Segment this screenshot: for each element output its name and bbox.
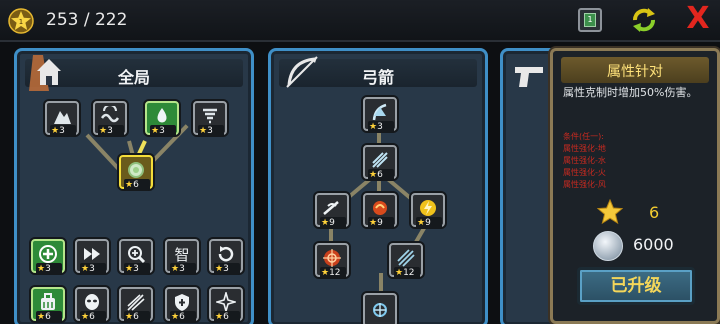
node-cost: ★3 [36,263,62,275]
bow-fire-icon [373,201,387,215]
skill-info-panel: 属性针对 属性克制时增加50%伤害。 条件(任一): 属性强化-地 属性强化-水… [550,48,720,324]
node-cost: ★6 [80,311,106,323]
notification-count: 1 [584,13,596,27]
skill-node[interactable]: ★3 [119,239,153,275]
node-cost: ★3 [98,125,124,137]
skill-node[interactable] [363,293,397,324]
tornado-icon [203,108,217,124]
info-description: 属性克制时增加50%伤害。 [563,86,698,99]
node-cost: ★3 [150,125,176,137]
star-level-icon: 1 [8,8,34,34]
node-cost: ★6 [124,179,150,191]
skill-node[interactable]: ★3 [193,101,227,137]
target-icon [323,249,341,267]
node-cost: ★9 [320,217,346,229]
node-cost: ★6 [368,169,394,181]
svg-text:1: 1 [19,18,23,26]
skill-node[interactable]: ★3 [75,239,109,275]
mountain-icon [54,111,71,124]
mask-icon [85,294,99,310]
skill-node[interactable]: ★6 [31,287,65,323]
skill-node[interactable]: ★12 [315,243,349,279]
panel-bow: 弓箭 ★3 ★6 ★9 ★9 ★9 ★12 ★12 [268,48,488,324]
skill-node[interactable]: ★6 [119,287,153,323]
node-cost: ★3 [198,125,224,137]
node-cost: ★3 [368,121,394,133]
bow-frost-icon [372,152,388,168]
coin-cost-value: 6000 [633,235,674,254]
skill-node[interactable]: ★3 [93,101,127,137]
bow-lightning-icon [420,200,436,216]
skill-node[interactable]: ★3 [45,101,79,137]
pistol-icon [515,67,543,87]
condition-line: 属性强化-水 [563,156,606,165]
skill-node[interactable]: ★6 [209,287,243,323]
wave-icon [100,106,120,123]
node-cost: ★12 [394,267,420,279]
skill-node[interactable]: ★3 [31,239,65,275]
node-cost: ★3 [80,263,106,275]
notification-button[interactable]: 1 [578,8,602,32]
refresh-icon[interactable] [628,6,660,34]
skill-node[interactable]: ★9 [411,193,445,229]
snowflake-icon [373,303,387,317]
skill-node-selected[interactable]: ★6 [119,155,153,191]
upgrade-button[interactable]: 已升级 [577,267,695,305]
star-cost-value: 6 [649,203,660,222]
bow-ice-icon [372,103,387,121]
silver-coin-icon [593,231,623,261]
info-title: 属性针对 [607,64,663,80]
skill-node[interactable]: ★12 [389,243,423,279]
skill-node[interactable]: ★3 [363,97,397,133]
skill-node[interactable]: ★9 [315,193,349,229]
top-bar: 1 253 / 222 1 X [0,0,720,42]
orb-icon [128,162,144,178]
panel-header: 弓箭 [279,56,477,88]
add-circle-icon [39,245,57,263]
condition-line: 属性强化-火 [563,168,606,177]
fast-forward-icon [84,248,100,260]
info-header: 属性针对 [561,57,709,83]
skill-node[interactable]: ★6 [165,287,199,323]
water-drop-icon [157,108,167,123]
condition-line: 属性强化-地 [563,144,606,153]
bow-wind-icon [323,201,339,215]
panel-title: 弓箭 [361,68,394,87]
node-cost: ★6 [124,311,150,323]
zoom-in-icon [128,246,146,264]
skill-node[interactable]: ★9 [363,193,397,229]
svg-text:智: 智 [174,246,189,264]
node-cost: ★6 [214,311,240,323]
skill-node[interactable]: ★6 [363,145,397,181]
condition-line: 属性强化-风 [563,180,606,189]
node-cost: ★3 [124,263,150,275]
shield-heal-icon [175,294,189,311]
close-button[interactable]: X [682,2,714,36]
star-cost-icon [597,199,623,225]
skill-node[interactable]: 智 ★3 [165,239,199,275]
node-cost: ★6 [36,311,62,323]
node-cost: ★9 [416,217,442,229]
node-cost: ★3 [50,125,76,137]
condition-line: 条件(任一): [563,132,604,141]
cycle-icon [218,246,234,262]
wisdom-icon: 智 [174,246,189,264]
skill-node[interactable]: ★6 [75,287,109,323]
node-cost: ★12 [320,267,346,279]
node-cost: ★6 [170,311,196,323]
panel-header: 全局 [25,55,243,91]
panel-global: 全局 ★3 ★3 ★3 ★3 ★6 ★3 ★3 ★3 智 ★3 ★3 ★6 ★6… [14,48,254,324]
star-count: 253 / 222 [46,10,128,30]
backpack-icon [41,293,55,310]
info-conditions: 条件(任一): 属性强化-地 属性强化-水 属性强化-火 属性强化-风 [563,131,713,191]
triple-arrow-icon [397,249,415,267]
node-cost: ★9 [368,217,394,229]
panel-title: 全局 [117,68,150,87]
skill-node[interactable]: ★3 [209,239,243,275]
star-burst-icon [216,292,236,312]
node-cost: ★3 [214,263,240,275]
skill-node[interactable]: ★3 [145,101,179,137]
arrows-icon [127,294,145,311]
node-cost: ★3 [170,263,196,275]
